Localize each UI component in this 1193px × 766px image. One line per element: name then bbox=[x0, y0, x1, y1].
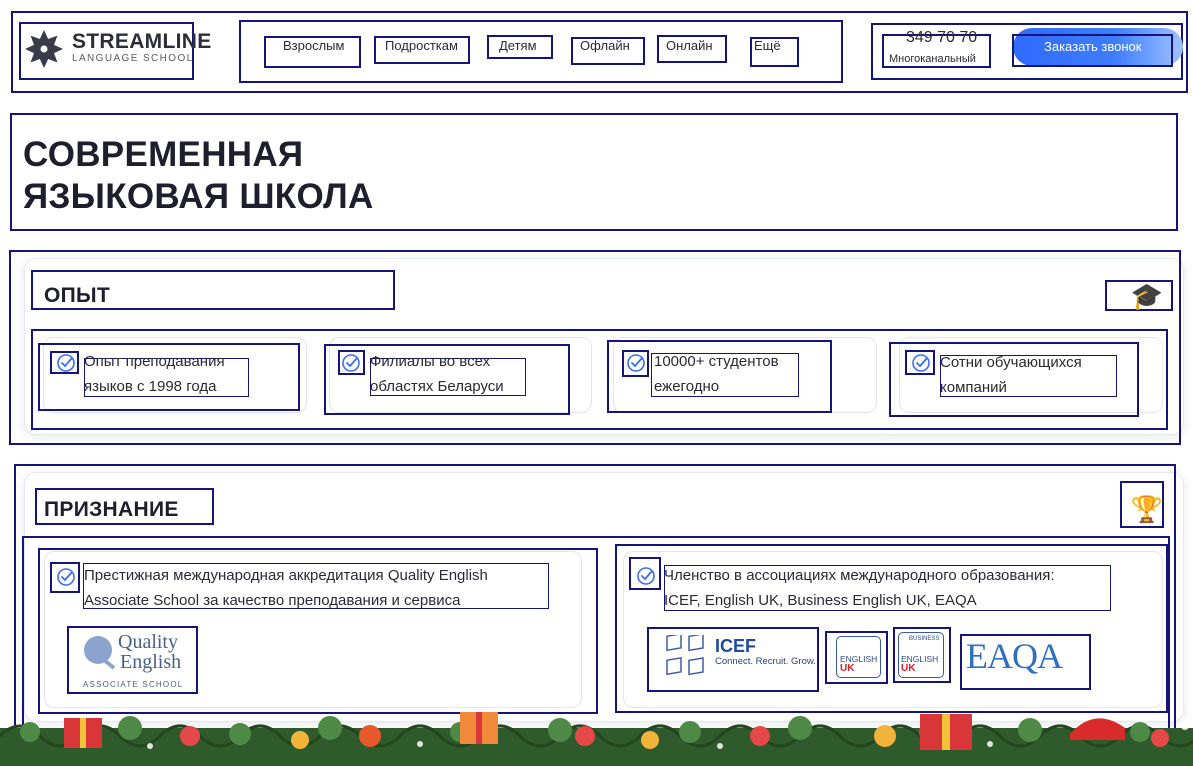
fact-text-line1: Опыт преподавания bbox=[84, 353, 225, 370]
fact-text: Опыт преподавания языков с 1998 года bbox=[84, 349, 225, 399]
fact-text-line2: областях Беларуси bbox=[370, 378, 504, 395]
phone-label: Многоканальный bbox=[889, 53, 976, 65]
recognition-title: ПРИЗНАНИЕ bbox=[44, 498, 179, 521]
hero-title-line2: ЯЗЫКОВАЯ ШКОЛА bbox=[23, 177, 374, 216]
nav-label-adults: Взрослым bbox=[283, 38, 345, 53]
fact-text-line2: языков с 1998 года bbox=[84, 378, 217, 395]
logo-mark-icon bbox=[25, 30, 63, 68]
phone-number: 349 70 70 bbox=[906, 29, 978, 46]
english-uk-suffix: UK bbox=[840, 663, 855, 674]
icef-cubes-icon bbox=[666, 635, 704, 676]
check-circle-icon bbox=[912, 354, 930, 372]
logo-tagline: LANGUAGE SCHOOL bbox=[72, 53, 194, 64]
check-circle-icon bbox=[637, 567, 655, 585]
check-circle-icon bbox=[57, 354, 75, 372]
recognition-text: Престижная международная аккредитация Qu… bbox=[84, 563, 488, 613]
trophy-icon: 🏆 bbox=[1130, 494, 1164, 524]
fact-text: 10000+ студентов ежегодно bbox=[654, 349, 779, 399]
icef-tagline: Connect. Recruit. Grow. bbox=[715, 656, 816, 667]
recognition-text: Членство в ассоциациях международного об… bbox=[664, 563, 1055, 613]
business-english-uk-top: BUSINESS bbox=[909, 636, 940, 642]
check-circle-icon bbox=[57, 568, 75, 586]
nav-label-offline: Офлайн bbox=[580, 38, 630, 53]
fact-text-line1: Филиалы во всех bbox=[370, 353, 491, 370]
nav-label-online: Онлайн bbox=[666, 38, 713, 53]
nav-label-kids: Детям bbox=[499, 38, 537, 53]
fact-text: Сотни обучающихся компаний bbox=[940, 350, 1082, 400]
icef-name: ICEF bbox=[715, 636, 757, 656]
check-circle-icon bbox=[627, 354, 645, 372]
recognition-text-line2: ICEF, English UK, Business English UK, E… bbox=[664, 592, 977, 609]
graduation-cap-icon: 🎓 bbox=[1130, 281, 1164, 311]
recognition-text-line1: Членство в ассоциациях международного об… bbox=[664, 567, 1055, 584]
fact-text-line2: ежегодно bbox=[654, 378, 720, 395]
eaqa-name: EAQA bbox=[966, 636, 1063, 676]
quality-english-q-icon bbox=[84, 636, 116, 670]
quality-english-tagline: ASSOCIATE SCHOOL bbox=[83, 680, 184, 689]
fact-text: Филиалы во всех областях Беларуси bbox=[370, 349, 504, 399]
fact-text-line1: 10000+ студентов bbox=[654, 353, 779, 370]
experience-title: ОПЫТ bbox=[44, 284, 111, 307]
nav-label-teens: Подросткам bbox=[385, 38, 458, 53]
nav-label-more: Ещё bbox=[754, 38, 781, 53]
recognition-text-line1: Престижная международная аккредитация Qu… bbox=[84, 567, 488, 584]
fact-text-line1: Сотни обучающихся bbox=[940, 354, 1082, 371]
callback-button-label: Заказать звонок bbox=[1044, 39, 1142, 54]
hero-title-line1: СОВРЕМЕННАЯ bbox=[23, 135, 304, 174]
logo-name: STREAMLINE bbox=[72, 30, 212, 53]
quality-english-word2: English bbox=[120, 651, 182, 673]
recognition-text-line2: Associate School за качество преподавани… bbox=[84, 592, 461, 609]
check-circle-icon bbox=[342, 354, 360, 372]
fact-text-line2: компаний bbox=[940, 379, 1007, 396]
business-english-uk-suffix: UK bbox=[901, 663, 916, 674]
hero-title: СОВРЕМЕННАЯ ЯЗЫКОВАЯ ШКОЛА bbox=[23, 134, 374, 218]
holiday-garland-decoration bbox=[0, 712, 1193, 766]
